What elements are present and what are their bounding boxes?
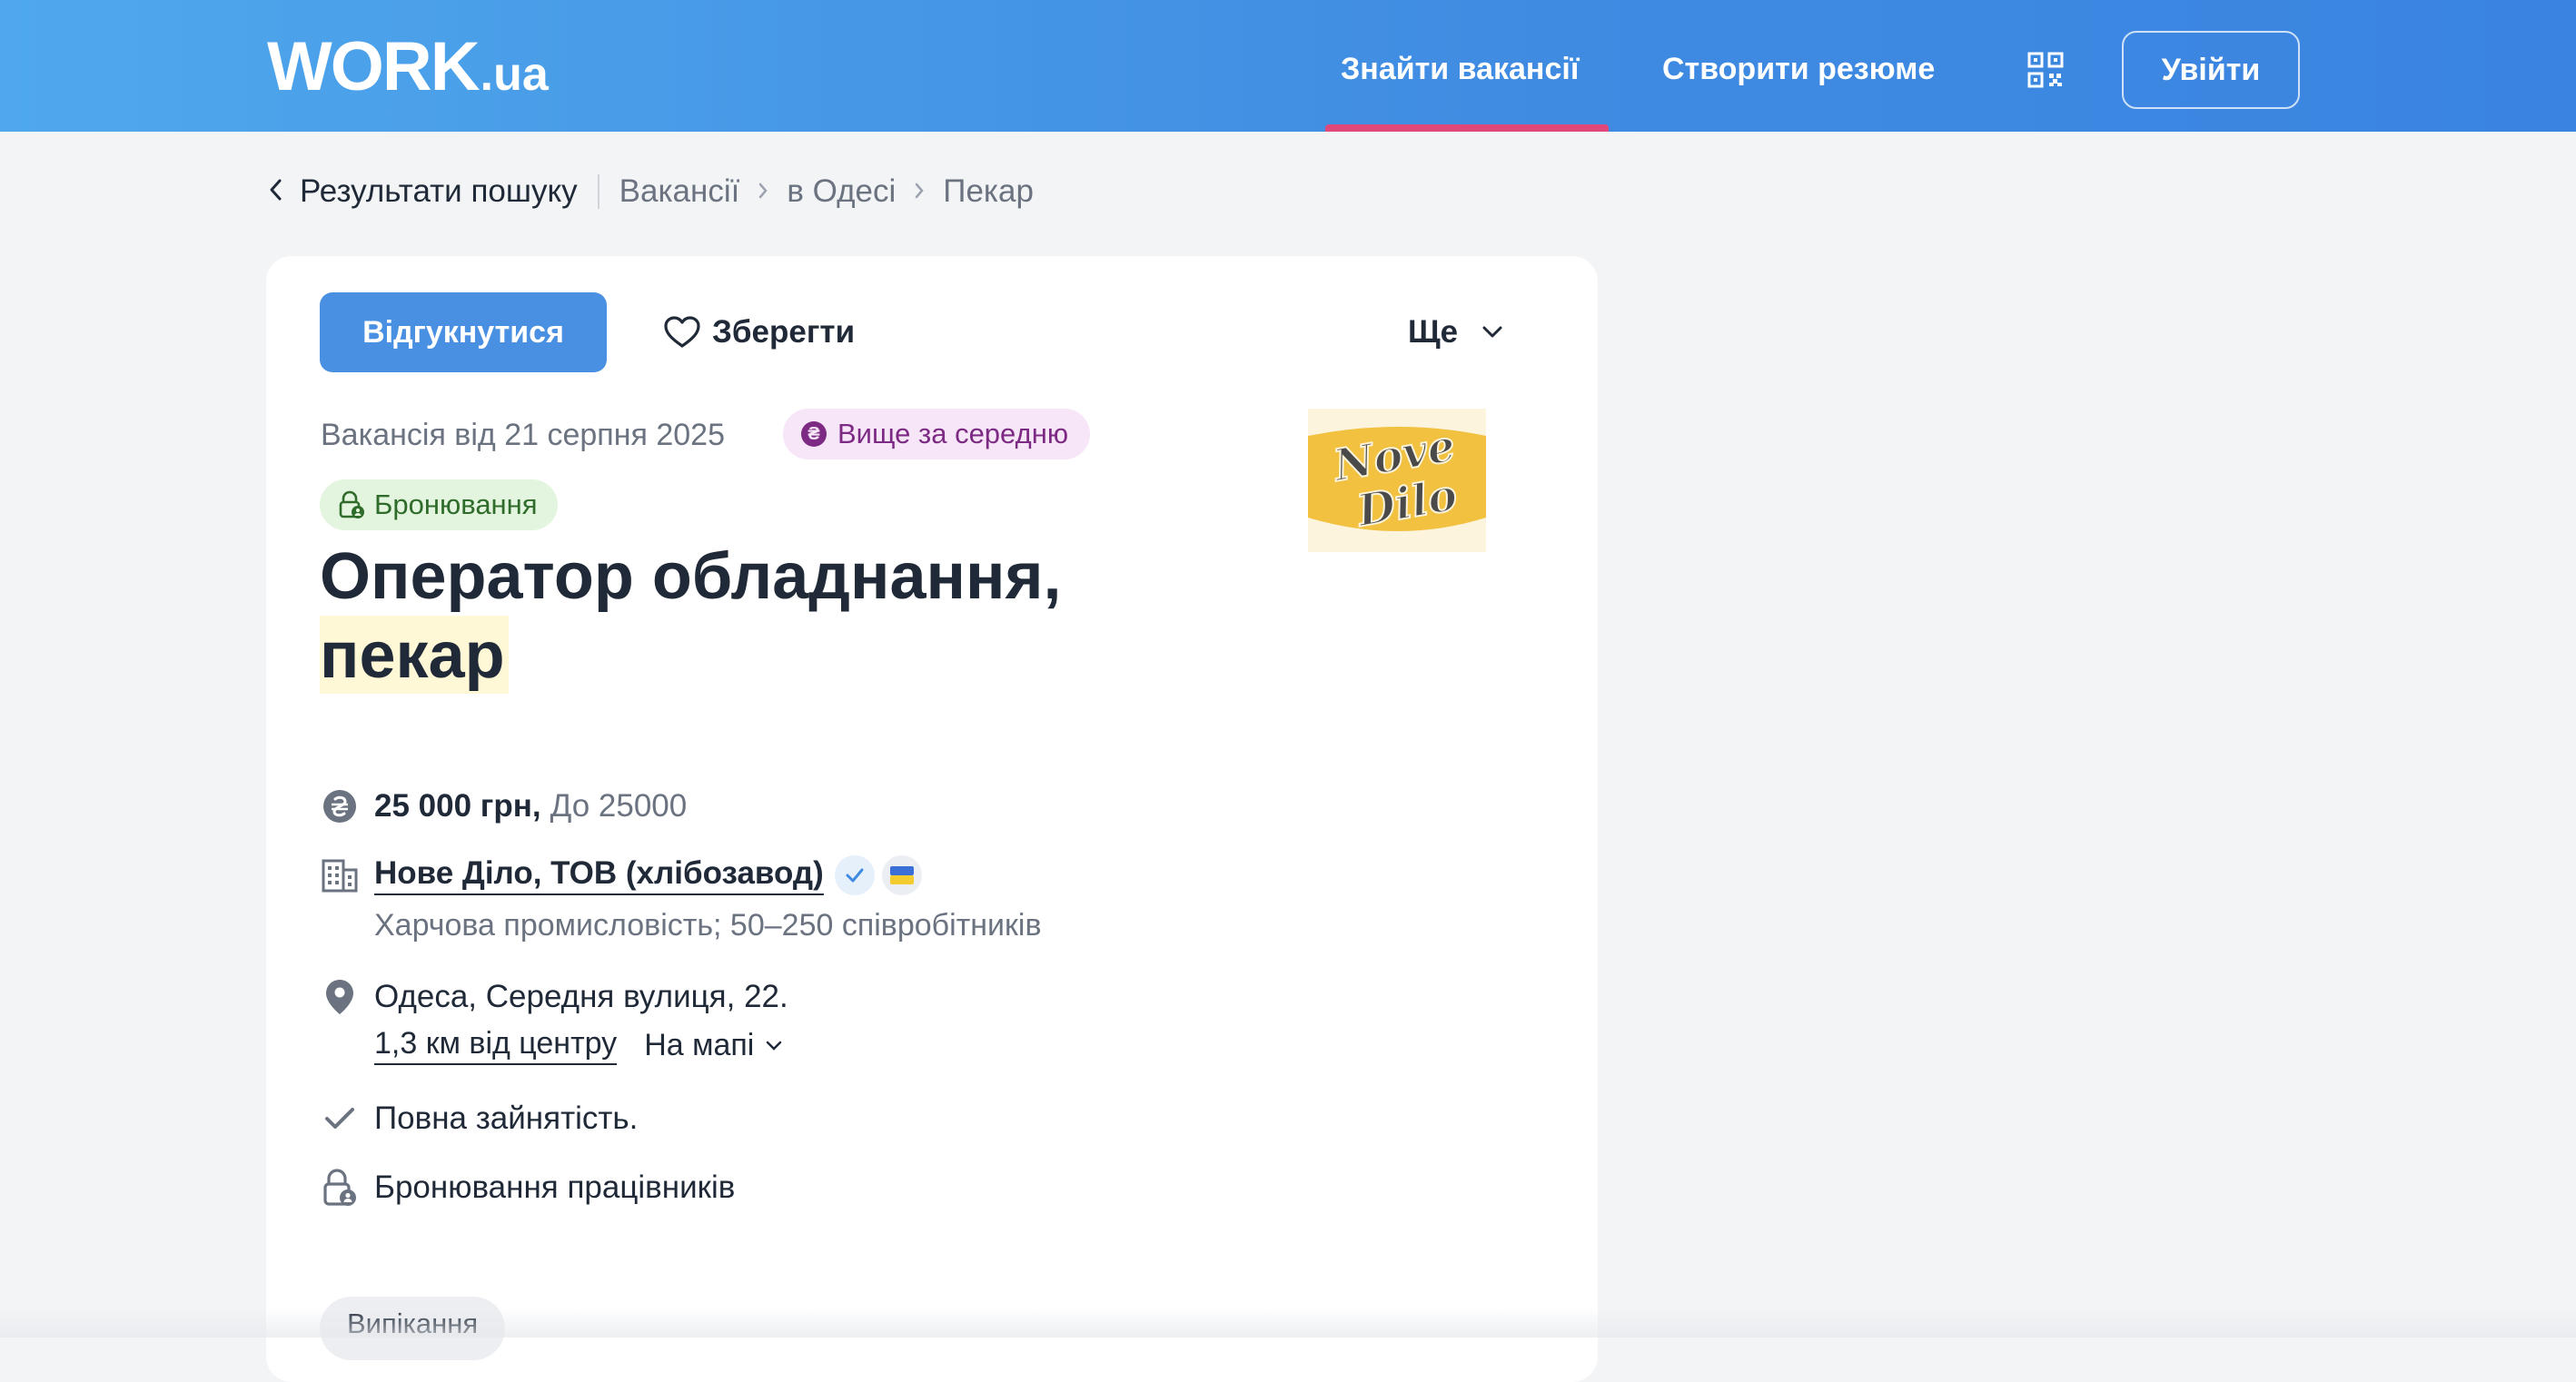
logo-main: WORK xyxy=(267,28,481,105)
company-row: Нове Діло, ТОВ (хлібозавод) xyxy=(320,855,922,895)
salary-row: 25 000 грн, До 25000 xyxy=(320,786,687,826)
distance-link[interactable]: 1,3 км від центру xyxy=(374,1026,618,1065)
employment-type: Повна зайнятість. xyxy=(374,1101,639,1136)
address-row: Одеса, Середня вулиця, 22. xyxy=(320,977,788,1017)
more-dropdown[interactable]: Ще xyxy=(1408,309,1503,356)
breadcrumb-item-city[interactable]: в Одесі xyxy=(787,173,896,210)
salary-amount: 25 000 грн, xyxy=(374,788,541,824)
company-link[interactable]: Нове Діло, ТОВ (хлібозавод) xyxy=(374,855,824,895)
ukraine-flag-icon xyxy=(881,855,922,895)
login-button[interactable]: Увійти xyxy=(2122,31,2300,109)
vacancy-title: Оператор обладнання, пекар xyxy=(320,544,1137,694)
chevron-left-icon[interactable] xyxy=(269,174,283,210)
site-logo[interactable]: WORK .ua xyxy=(267,33,549,102)
vacancy-date: Вакансія від 21 серпня 2025 xyxy=(321,418,725,452)
on-map-label: На мапі xyxy=(644,1028,755,1062)
save-button[interactable]: Зберегти xyxy=(663,309,855,356)
chevron-down-icon xyxy=(767,1041,782,1051)
address-extra: 1,3 км від центру На мапі xyxy=(374,1026,783,1065)
nav-create-resume[interactable]: Створити резюме xyxy=(1662,47,1935,91)
salary-above-average-badge: ₴ Вище за середню xyxy=(783,409,1091,459)
building-icon xyxy=(320,855,360,895)
booking-workers-text: Бронювання працівників xyxy=(374,1170,736,1205)
breadcrumb-item-category[interactable]: Пекар xyxy=(943,173,1034,210)
booking-row: Бронювання працівників xyxy=(320,1168,735,1208)
skill-tag[interactable]: Випікання xyxy=(320,1297,506,1360)
top-header: WORK .ua Знайти вакансії Створити резюме… xyxy=(0,0,2576,132)
vacancy-title-highlight: пекар xyxy=(320,616,509,694)
chevron-down-icon xyxy=(1482,326,1502,338)
company-info: Харчова промисловість; 50–250 співробітн… xyxy=(374,908,1042,943)
chevron-right-icon xyxy=(914,176,925,207)
hryvnia-icon: ₴ xyxy=(801,421,827,447)
chevron-right-icon xyxy=(758,176,768,207)
on-map-toggle[interactable]: На мапі xyxy=(644,1028,783,1063)
employment-row: Повна зайнятість. xyxy=(320,1099,638,1139)
company-logo[interactable]: Nove Dilo xyxy=(1308,409,1486,552)
nav-active-indicator xyxy=(1325,124,1609,132)
address-text: Одеса, Середня вулиця, 22. xyxy=(374,979,788,1014)
save-label: Зберегти xyxy=(712,314,856,350)
hryvnia-circle-icon xyxy=(320,786,360,826)
checkmark-icon xyxy=(320,1099,360,1139)
lock-person-icon xyxy=(339,490,364,518)
salary-badge-label: Вище за середню xyxy=(837,418,1069,449)
breadcrumb: Результати пошуку Вакансії в Одесі Пекар xyxy=(269,169,1034,214)
salary-range: До 25000 xyxy=(550,788,688,824)
apply-button[interactable]: Відгукнутися xyxy=(320,292,607,372)
booking-badge: Бронювання xyxy=(320,479,558,530)
breadcrumb-divider xyxy=(597,174,599,209)
more-label: Ще xyxy=(1408,314,1459,350)
vacancy-title-line1: Оператор обладнання, xyxy=(320,540,1062,613)
heart-icon xyxy=(664,316,700,348)
qr-code-icon[interactable] xyxy=(2027,52,2064,88)
location-pin-icon xyxy=(320,977,360,1017)
nav-find-vacancies[interactable]: Знайти вакансії xyxy=(1341,47,1579,91)
verified-check-icon xyxy=(834,855,875,895)
lock-person-icon xyxy=(320,1168,360,1208)
logo-domain: .ua xyxy=(480,48,549,101)
breadcrumb-item-vacancies[interactable]: Вакансії xyxy=(619,173,740,210)
breadcrumb-back-to-results[interactable]: Результати пошуку xyxy=(300,173,578,210)
booking-badge-label: Бронювання xyxy=(374,489,538,520)
